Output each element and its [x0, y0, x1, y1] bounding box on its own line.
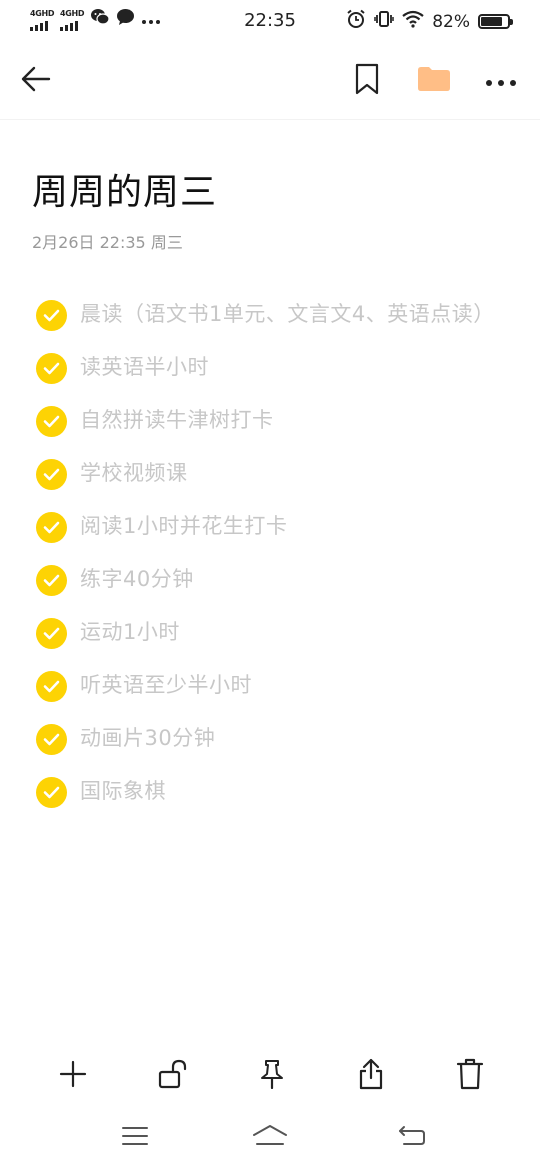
- checklist-item-text: 阅读1小时并花生打卡: [80, 514, 288, 538]
- checklist-item[interactable]: 运动1小时: [36, 616, 506, 649]
- pin-button[interactable]: [252, 1056, 292, 1096]
- checklist-item[interactable]: 晨读（语文书1单元、文言文4、英语点读）: [36, 298, 506, 331]
- folder-icon: [417, 66, 451, 96]
- status-right: 82%: [346, 9, 513, 34]
- more-icon: [485, 72, 517, 91]
- back-icon: [397, 1124, 427, 1152]
- checklist-item-text: 读英语半小时: [80, 355, 209, 379]
- checklist-item-text: 练字40分钟: [80, 567, 194, 591]
- bookmark-icon: [354, 63, 380, 99]
- add-icon: [59, 1060, 87, 1092]
- battery-percent: 82%: [432, 11, 470, 32]
- back-button[interactable]: [16, 61, 56, 101]
- checklist-item-text: 晨读（语文书1单元、文言文4、英语点读）: [80, 302, 495, 326]
- unlock-button[interactable]: [152, 1056, 192, 1096]
- check-icon[interactable]: [36, 300, 67, 331]
- share-button[interactable]: [351, 1056, 391, 1096]
- check-icon[interactable]: [36, 777, 67, 808]
- checklist-item[interactable]: 动画片30分钟: [36, 722, 506, 755]
- battery-icon: [478, 14, 513, 29]
- check-icon[interactable]: [36, 512, 67, 543]
- bookmark-button[interactable]: [347, 61, 387, 101]
- checklist-item[interactable]: 听英语至少半小时: [36, 669, 506, 702]
- back-arrow-icon: [21, 66, 51, 96]
- note-title[interactable]: 周周的周三: [32, 163, 217, 215]
- bottom-action-bar: [0, 1052, 540, 1100]
- check-icon[interactable]: [36, 353, 67, 384]
- check-icon[interactable]: [36, 724, 67, 755]
- checklist-item-text: 国际象棋: [80, 779, 166, 803]
- checklist-item[interactable]: 学校视频课: [36, 457, 506, 490]
- check-icon[interactable]: [36, 565, 67, 596]
- delete-icon: [456, 1058, 484, 1094]
- checklist-item[interactable]: 自然拼读牛津树打卡: [36, 404, 506, 437]
- menu-button[interactable]: [115, 1120, 155, 1156]
- check-icon[interactable]: [36, 459, 67, 490]
- checklist-item-text: 学校视频课: [80, 461, 188, 485]
- checklist-item[interactable]: 练字40分钟: [36, 563, 506, 596]
- checklist-item[interactable]: 国际象棋: [36, 775, 506, 808]
- checklist-item-text: 动画片30分钟: [80, 726, 216, 750]
- folder-button[interactable]: [414, 61, 454, 101]
- pin-icon: [258, 1059, 286, 1093]
- note-screen: 4GHD 4GHD 22:35 82% 周周的周三 2月26日 22:35 周三…: [0, 0, 540, 1170]
- battery-fill: [481, 17, 503, 26]
- menu-icon: [121, 1125, 149, 1151]
- check-icon[interactable]: [36, 618, 67, 649]
- checklist-item-text: 听英语至少半小时: [80, 673, 252, 697]
- checklist: 晨读（语文书1单元、文言文4、英语点读） 读英语半小时 自然拼读牛津树打卡 学校…: [36, 298, 506, 828]
- checklist-item[interactable]: 阅读1小时并花生打卡: [36, 510, 506, 543]
- home-button[interactable]: [250, 1120, 290, 1156]
- share-icon: [357, 1058, 385, 1094]
- checklist-item-text: 运动1小时: [80, 620, 180, 644]
- note-toolbar: [0, 42, 540, 120]
- wifi-icon: [402, 10, 424, 33]
- vibrate-icon: [374, 9, 394, 34]
- note-date: 2月26日 22:35 周三: [32, 233, 183, 252]
- check-icon[interactable]: [36, 671, 67, 702]
- more-options-button[interactable]: [481, 61, 521, 101]
- checklist-item-text: 自然拼读牛津树打卡: [80, 408, 274, 432]
- system-nav-bar: [0, 1118, 540, 1158]
- add-button[interactable]: [53, 1056, 93, 1096]
- nav-back-button[interactable]: [392, 1120, 432, 1156]
- check-icon[interactable]: [36, 406, 67, 437]
- checklist-item[interactable]: 读英语半小时: [36, 351, 506, 384]
- delete-button[interactable]: [450, 1056, 490, 1096]
- home-icon: [252, 1124, 288, 1152]
- unlock-icon: [157, 1059, 187, 1093]
- alarm-icon: [346, 9, 366, 34]
- status-bar: 4GHD 4GHD 22:35 82%: [0, 0, 540, 42]
